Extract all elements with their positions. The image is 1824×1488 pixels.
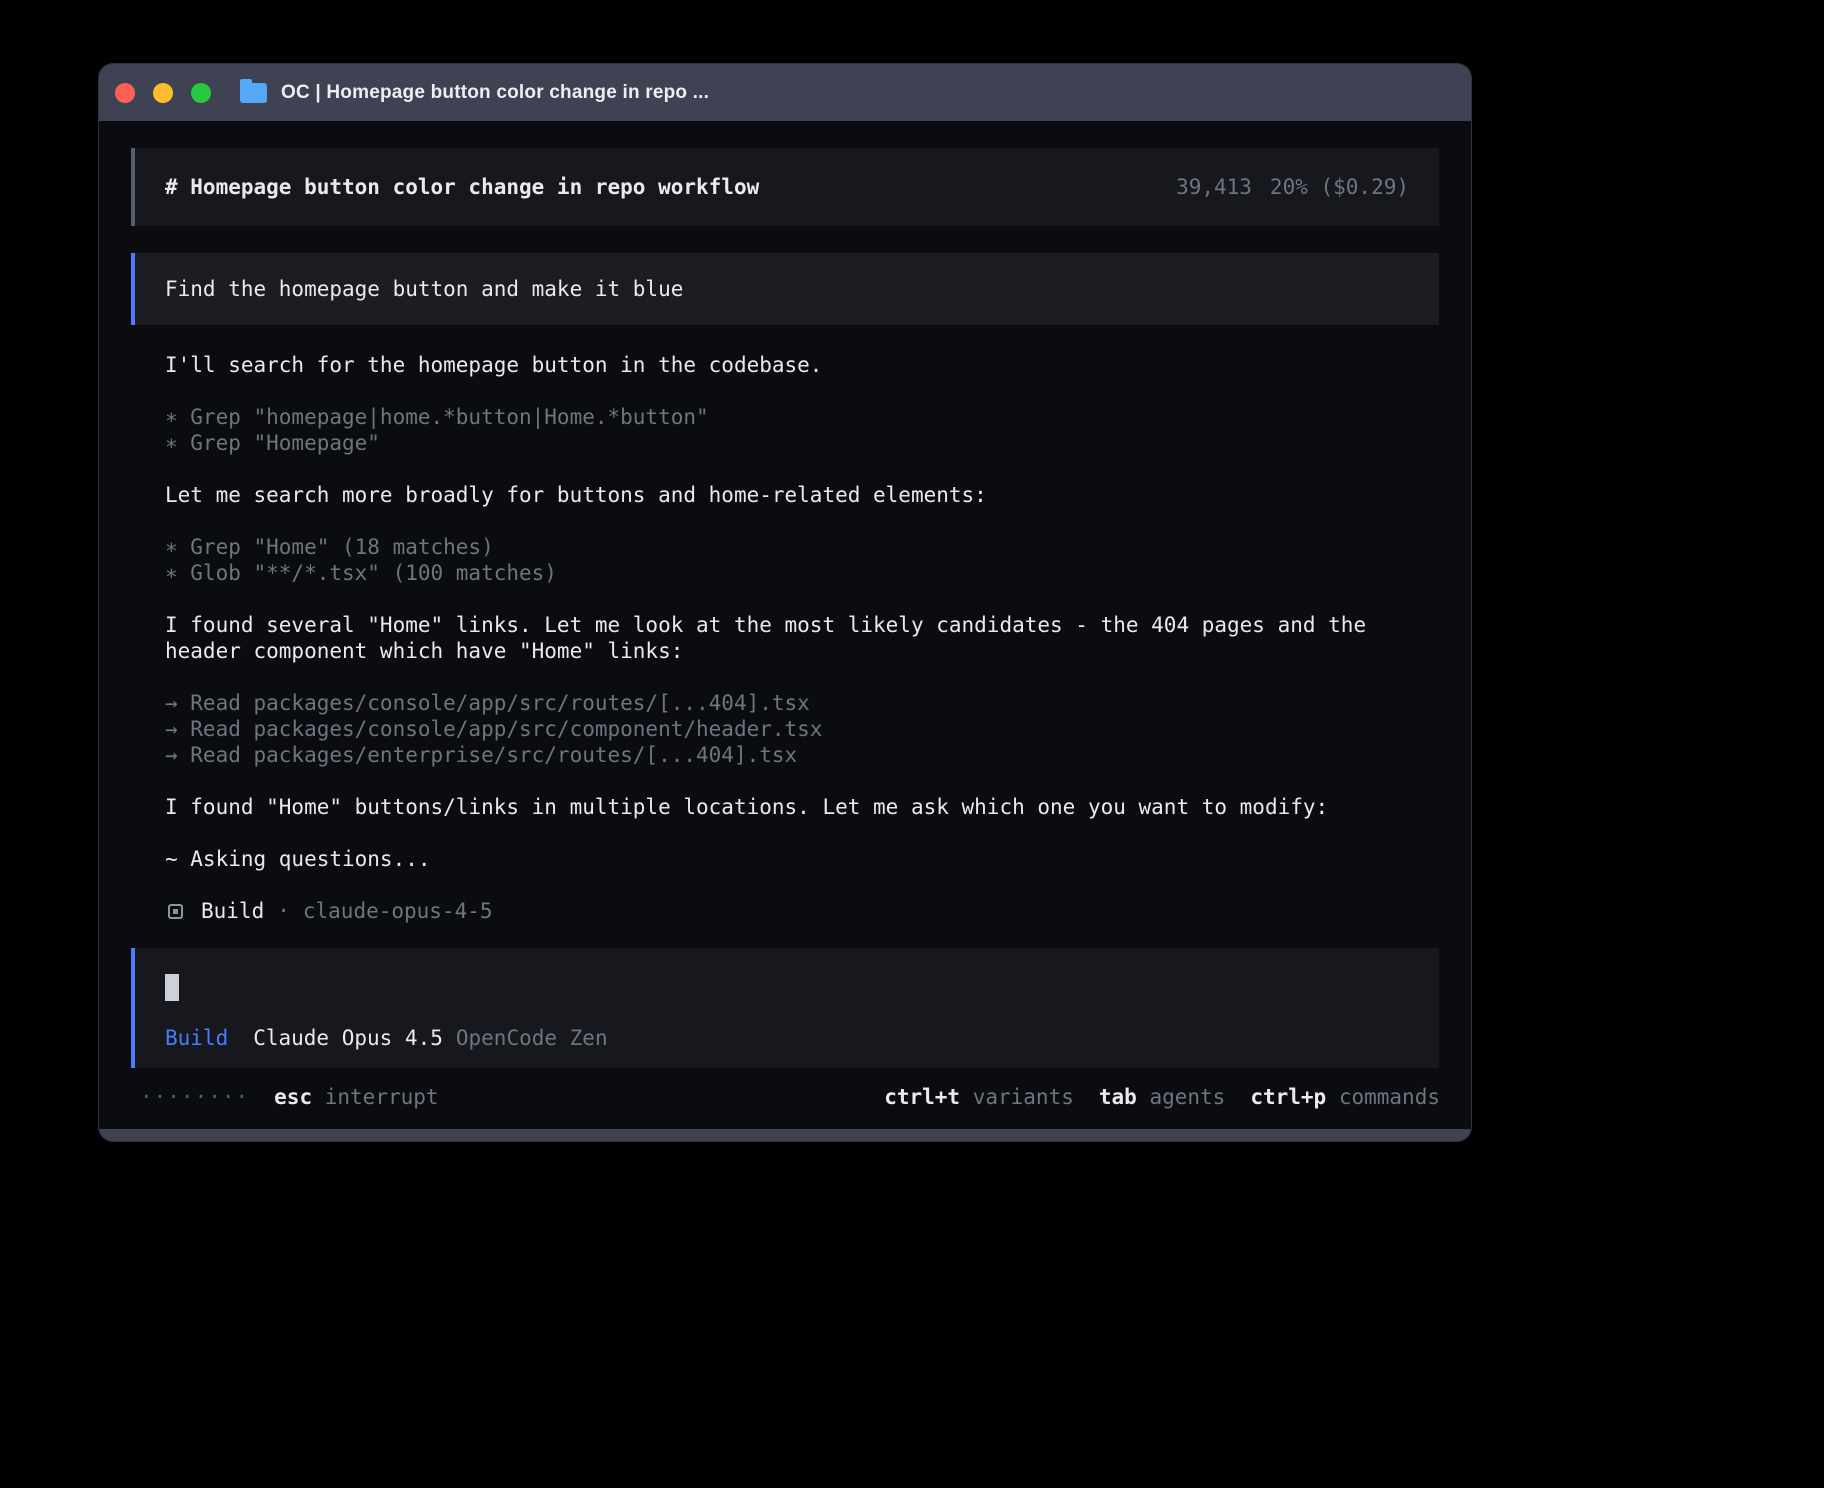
tool-call-group: ∗ Grep "homepage|home.*button|Home.*butt… xyxy=(165,404,1439,456)
assistant-text: I found several "Home" links. Let me loo… xyxy=(165,612,1415,664)
commands-hint: ctrl+p commands xyxy=(1250,1085,1440,1109)
window-title: OC | Homepage button color change in rep… xyxy=(281,82,709,104)
assistant-text: Let me search more broadly for buttons a… xyxy=(165,482,1415,508)
grep-tool-line: ∗ Grep "homepage|home.*button|Home.*butt… xyxy=(165,404,1439,430)
grep-tool-line: ∗ Grep "Home" (18 matches) xyxy=(165,534,1439,560)
input-footer: Build Claude Opus 4.5 OpenCode Zen xyxy=(165,1025,1409,1051)
tab-key: tab xyxy=(1099,1085,1137,1109)
traffic-lights xyxy=(115,83,211,103)
assistant-text: I'll search for the homepage button in t… xyxy=(165,352,1415,378)
ctrl-t-key: ctrl+t xyxy=(884,1085,960,1109)
working-status: ~ Asking questions... xyxy=(165,846,1439,872)
build-agent-icon xyxy=(168,904,183,919)
status-right: ctrl+t variants tab agents ctrl+p comman… xyxy=(884,1085,1440,1109)
model-label[interactable]: Claude Opus 4.5 xyxy=(253,1025,443,1051)
separator-dot: · xyxy=(277,898,290,924)
status-left: ········ esc interrupt xyxy=(140,1085,439,1109)
spinner-dots-icon: ········ xyxy=(140,1085,249,1109)
assistant-text: I found "Home" buttons/links in multiple… xyxy=(165,794,1415,820)
agent-name: Build xyxy=(201,898,264,924)
ctrl-p-key: ctrl+p xyxy=(1250,1085,1326,1109)
glob-tool-line: ∗ Glob "**/*.tsx" (100 matches) xyxy=(165,560,1439,586)
interrupt-label: interrupt xyxy=(325,1085,439,1109)
user-message-text: Find the homepage button and make it blu… xyxy=(165,276,1409,302)
text-cursor xyxy=(165,974,179,1001)
close-button[interactable] xyxy=(115,83,135,103)
esc-key: esc xyxy=(274,1085,312,1109)
read-tool-line: → Read packages/console/app/src/routes/[… xyxy=(165,690,1439,716)
terminal-content: # Homepage button color change in repo w… xyxy=(99,121,1471,1071)
variants-hint: ctrl+t variants xyxy=(884,1085,1074,1109)
session-header: # Homepage button color change in repo w… xyxy=(131,148,1439,226)
agents-label: agents xyxy=(1149,1085,1225,1109)
read-tool-line: → Read packages/enterprise/src/routes/[.… xyxy=(165,742,1439,768)
window-bottom-chrome xyxy=(99,1129,1471,1141)
agent-attribution: Build · claude-opus-4-5 xyxy=(165,898,1439,924)
zoom-button[interactable] xyxy=(191,83,211,103)
transcript: I'll search for the homepage button in t… xyxy=(131,352,1439,924)
agent-model: claude-opus-4-5 xyxy=(303,898,493,924)
user-message: Find the homepage button and make it blu… xyxy=(131,253,1439,325)
agents-hint: tab agents xyxy=(1099,1085,1225,1109)
tool-call-group: ∗ Grep "Home" (18 matches) ∗ Glob "**/*.… xyxy=(165,534,1439,586)
folder-icon xyxy=(240,83,267,103)
tool-call-group: → Read packages/console/app/src/routes/[… xyxy=(165,690,1439,768)
prompt-input[interactable]: Build Claude Opus 4.5 OpenCode Zen xyxy=(131,948,1439,1068)
titlebar: OC | Homepage button color change in rep… xyxy=(99,64,1471,121)
provider-label: OpenCode Zen xyxy=(456,1025,608,1051)
minimize-button[interactable] xyxy=(153,83,173,103)
session-title: # Homepage button color change in repo w… xyxy=(165,174,759,200)
status-bar: ········ esc interrupt ctrl+t variants t… xyxy=(99,1071,1471,1129)
context-usage-cost: 20% ($0.29) xyxy=(1270,174,1409,200)
read-tool-line: → Read packages/console/app/src/componen… xyxy=(165,716,1439,742)
token-count: 39,413 xyxy=(1176,174,1252,200)
grep-tool-line: ∗ Grep "Homepage" xyxy=(165,430,1439,456)
agent-mode-label[interactable]: Build xyxy=(165,1025,228,1051)
terminal-window: OC | Homepage button color change in rep… xyxy=(99,64,1471,1141)
commands-label: commands xyxy=(1339,1085,1440,1109)
session-stats: 39,413 20% ($0.29) xyxy=(1176,174,1409,200)
variants-label: variants xyxy=(973,1085,1074,1109)
interrupt-hint: esc interrupt xyxy=(274,1085,438,1109)
